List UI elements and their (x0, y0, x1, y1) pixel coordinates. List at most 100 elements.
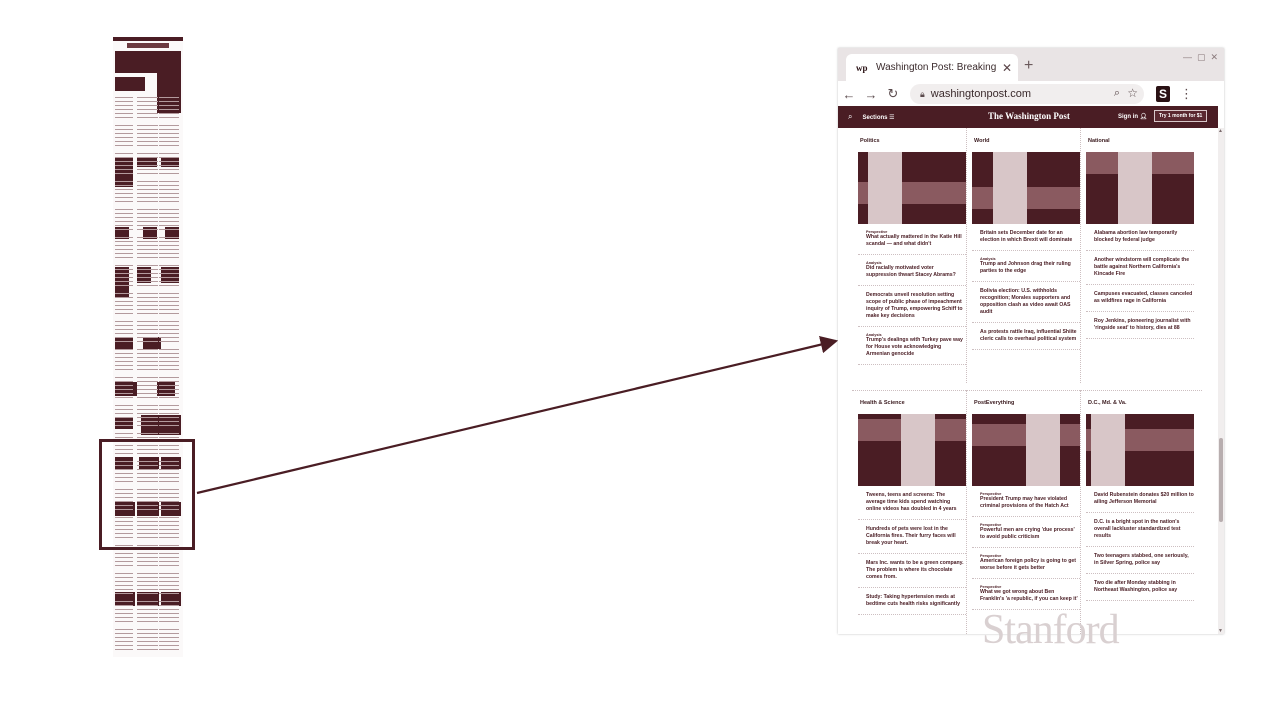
photo-highlight (901, 414, 935, 486)
story-headline[interactable]: Two die after Monday stabbing in Northea… (1094, 580, 1194, 594)
story-item[interactable]: Alabama abortion law temporarily blocked… (1086, 230, 1194, 251)
sign-in-link[interactable]: Sign in 👤︎ (1118, 113, 1147, 120)
story-headline[interactable]: Roy Jenkins, pioneering journalist with … (1094, 318, 1194, 332)
section-title[interactable]: Health & Science (858, 400, 966, 408)
window-controls[interactable]: — ▢ ✕ (1183, 52, 1218, 63)
story-headline[interactable]: Powerful men are crying 'due process' to… (980, 527, 1080, 541)
section-photo[interactable] (972, 414, 1080, 486)
story-headline[interactable]: What actually mattered in the Katie Hill… (866, 234, 966, 248)
story-item[interactable]: Analysis Trump and Johnson drag their rul… (972, 257, 1080, 282)
tab-title: Washington Post: Breaking News (876, 62, 998, 73)
story-item[interactable]: Analysis Did racially motivated voter sup… (858, 261, 966, 286)
address-bar[interactable]: 🔒︎ washingtonpost.com ⌕ ☆ (910, 84, 1144, 104)
news-section: World Britain sets December date for an e… (972, 138, 1080, 350)
scrollbar[interactable]: ▲ ▼ (1218, 128, 1224, 634)
section-photo[interactable] (1086, 152, 1194, 224)
photo-highlight (868, 152, 902, 224)
story-item[interactable]: Two teenagers stabbed, one seriously, in… (1086, 553, 1194, 574)
story-item[interactable]: Two die after Monday stabbing in Northea… (1086, 580, 1194, 601)
story-item[interactable]: Perspective What actually mattered in the… (858, 230, 966, 255)
section-title[interactable]: World (972, 138, 1080, 146)
story-item[interactable]: D.C. is a bright spot in the nation's ov… (1086, 519, 1194, 547)
news-section: Politics Perspective What actually mattere… (858, 138, 966, 365)
story-item[interactable]: Study: Taking hypertension meds at bedti… (858, 594, 966, 615)
sections-button[interactable]: Sections ☰ (862, 114, 894, 121)
user-icon: 👤︎ (1139, 114, 1148, 120)
section-title[interactable]: National (1086, 138, 1194, 146)
sections-label: Sections (862, 114, 888, 121)
section-photo[interactable] (1086, 414, 1194, 486)
story-headline[interactable]: Democrats unveil resolution setting scop… (866, 292, 966, 320)
story-item[interactable]: Perspective American foreign policy is go… (972, 554, 1080, 579)
section-photo[interactable] (858, 414, 966, 486)
story-headline[interactable]: Britain sets December date for an electi… (980, 230, 1080, 244)
news-section: National Alabama abortion law temporarily… (1086, 138, 1194, 339)
story-headline[interactable]: Study: Taking hypertension meds at bedti… (866, 594, 966, 608)
browser-tab[interactable]: wp Washington Post: Breaking News ✕ (846, 54, 1018, 81)
photo-highlight (993, 152, 1027, 224)
tab-bar: wp Washington Post: Breaking News ✕ + — … (838, 48, 1224, 81)
story-item[interactable]: Britain sets December date for an electi… (972, 230, 1080, 251)
story-item[interactable]: Perspective President Trump may have viol… (972, 492, 1080, 517)
story-headline[interactable]: Mars Inc. wants to be a green company. T… (866, 560, 966, 581)
story-item[interactable]: Hundreds of pets were lost in the Califo… (858, 526, 966, 554)
story-headline[interactable]: Tweens, teens and screens: The average t… (866, 492, 966, 513)
scroll-up-icon[interactable]: ▲ (1218, 128, 1223, 134)
url-text: washingtonpost.com (930, 88, 1032, 100)
story-headline[interactable]: Campuses evacuated, classes canceled as … (1094, 291, 1194, 305)
new-tab-icon[interactable]: + (1024, 57, 1033, 75)
star-icon[interactable]: ☆ (1127, 86, 1138, 100)
search-icon[interactable]: ⌕ (1114, 87, 1120, 100)
reload-icon[interactable]: ↻ (882, 86, 904, 102)
wp-logo[interactable]: The Washington Post (988, 111, 1070, 121)
story-headline[interactable]: Bolivia election: U.S. withholds recogni… (980, 288, 1080, 316)
back-icon[interactable]: ← (838, 87, 860, 102)
column-divider (966, 128, 967, 383)
story-headline[interactable]: Trump and Johnson drag their ruling part… (980, 261, 1080, 275)
page-content: Politics Perspective What actually mattere… (838, 128, 1218, 634)
story-headline[interactable]: President Trump may have violated crimin… (980, 496, 1080, 510)
photo-highlight (1091, 414, 1125, 486)
story-headline[interactable]: What we got wrong about Ben Franklin's '… (980, 589, 1080, 603)
close-tab-icon[interactable]: ✕ (1002, 61, 1012, 75)
story-item[interactable]: Mars Inc. wants to be a green company. T… (858, 560, 966, 588)
subscribe-button[interactable]: Try 1 month for $1 (1154, 110, 1208, 122)
section-title[interactable]: PostEverything (972, 400, 1080, 408)
story-item[interactable]: Roy Jenkins, pioneering journalist with … (1086, 318, 1194, 339)
scroll-down-icon[interactable]: ▼ (1218, 628, 1223, 634)
wp-search-icon[interactable]: ⌕ (848, 112, 852, 122)
story-headline[interactable]: David Rubenstein donates $20 million to … (1094, 492, 1194, 506)
section-photo[interactable] (858, 152, 966, 224)
forward-icon[interactable]: → (860, 87, 882, 102)
extension-icon[interactable]: S (1156, 86, 1170, 102)
section-photo[interactable] (972, 152, 1080, 224)
browser-toolbar: ← → ↻ 🔒︎ washingtonpost.com ⌕ ☆ S ⋮ (838, 81, 1224, 107)
column-divider (1080, 390, 1081, 634)
story-item[interactable]: Democrats unveil resolution setting scop… (858, 292, 966, 327)
story-headline[interactable]: American foreign policy is going to get … (980, 558, 1080, 572)
story-headline[interactable]: Two teenagers stabbed, one seriously, in… (1094, 553, 1194, 567)
story-headline[interactable]: Did racially motivated voter suppression… (866, 265, 966, 279)
story-item[interactable]: David Rubenstein donates $20 million to … (1086, 492, 1194, 513)
story-item[interactable]: Bolivia election: U.S. withholds recogni… (972, 288, 1080, 323)
section-title[interactable]: D.C., Md. & Va. (1086, 400, 1194, 408)
story-item[interactable]: Perspective Powerful men are crying 'due … (972, 523, 1080, 548)
story-item[interactable]: Tweens, teens and screens: The average t… (858, 492, 966, 520)
section-title[interactable]: Politics (858, 138, 966, 146)
scrollbar-thumb[interactable] (1219, 438, 1223, 522)
menu-icon[interactable]: ⋮ (1180, 86, 1193, 102)
news-section: Health & Science Tweens, teens and screen… (858, 400, 966, 615)
story-item[interactable]: Another windstorm will complicate the ba… (1086, 257, 1194, 285)
story-headline[interactable]: Alabama abortion law temporarily blocked… (1094, 230, 1194, 244)
story-item[interactable]: As protests rattle Iraq, influential Shi… (972, 329, 1080, 350)
column-divider (1080, 128, 1081, 383)
story-headline[interactable]: Hundreds of pets were lost in the Califo… (866, 526, 966, 547)
story-headline[interactable]: Trump's dealings with Turkey pave way fo… (866, 337, 966, 358)
story-headline[interactable]: As protests rattle Iraq, influential Shi… (980, 329, 1080, 343)
row-divider (852, 390, 1202, 391)
hamburger-icon: ☰ (889, 114, 895, 121)
story-headline[interactable]: D.C. is a bright spot in the nation's ov… (1094, 519, 1194, 540)
story-headline[interactable]: Another windstorm will complicate the ba… (1094, 257, 1194, 278)
story-item[interactable]: Analysis Trump's dealings with Turkey pav… (858, 333, 966, 365)
story-item[interactable]: Campuses evacuated, classes canceled as … (1086, 291, 1194, 312)
